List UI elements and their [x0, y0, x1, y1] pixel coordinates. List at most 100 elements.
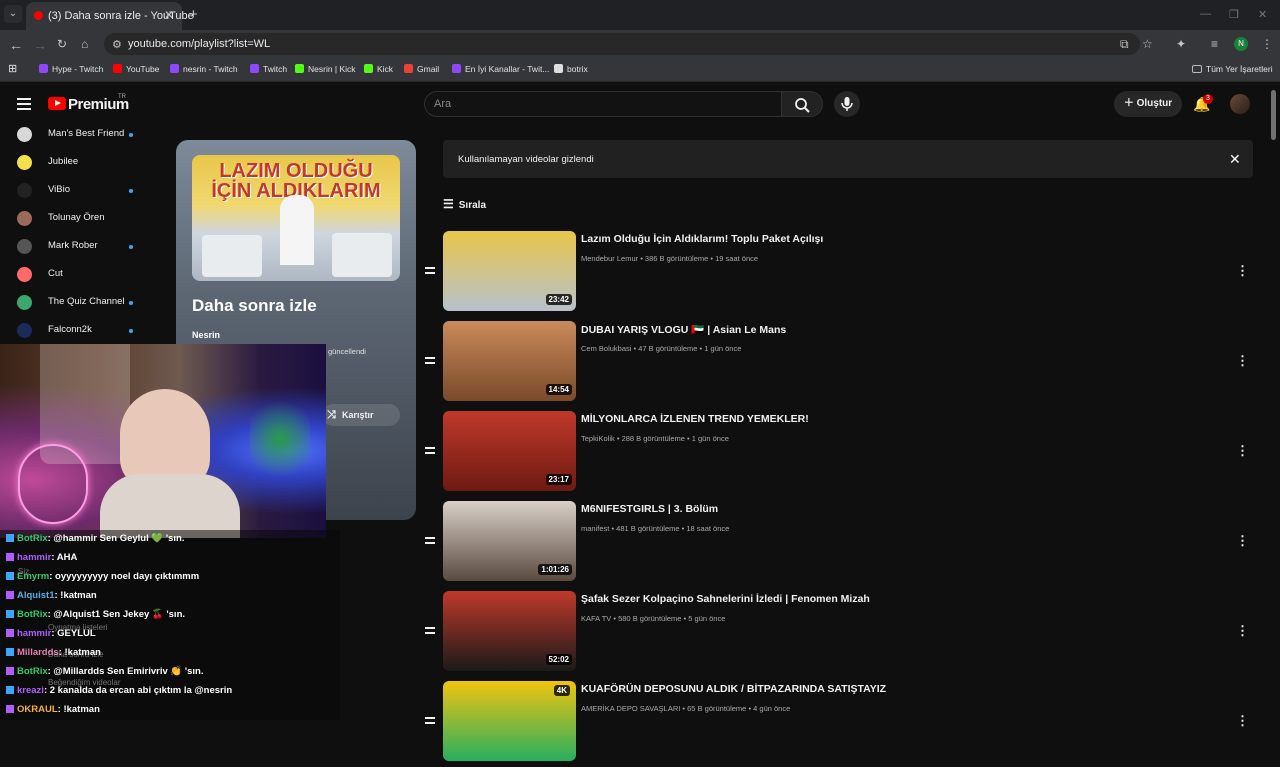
bookmark-star-icon[interactable]: ☆	[1142, 37, 1153, 51]
more-actions-icon[interactable]: ⋮	[1236, 713, 1249, 729]
browser-tab-active[interactable]: (3) Daha sonra izle - YouTube ✕	[26, 2, 194, 30]
playlist-video-row[interactable]: 14:54 DUBAI YARIŞ VLOGU 🇦🇪 | Asian Le Man…	[420, 321, 1260, 407]
bookmark-item[interactable]: Hype - Twitch	[39, 64, 103, 74]
video-title[interactable]: Şafak Sezer Kolpaçino Sahnelerini İzledi…	[581, 593, 870, 605]
maximize-icon[interactable]: ❐	[1229, 8, 1239, 21]
more-actions-icon[interactable]: ⋮	[1236, 533, 1249, 549]
sort-label: Sırala	[458, 200, 487, 211]
playlist-video-row[interactable]: 23:17 MİLYONLARCA İZLENEN TREND YEMEKLER!…	[420, 411, 1260, 497]
upload-age: 5 gün önce	[688, 614, 726, 623]
create-button[interactable]: ＋ Oluştur	[1114, 91, 1182, 117]
chat-username: hammir	[17, 552, 52, 563]
channel-avatar	[17, 183, 32, 198]
account-avatar[interactable]	[1230, 94, 1250, 114]
search-input[interactable]	[424, 91, 782, 117]
bookmark-item[interactable]: YouTube	[113, 64, 159, 74]
bookmark-item[interactable]: Gmail	[404, 64, 439, 74]
subscription-item[interactable]: The Quiz Channel	[0, 289, 172, 317]
guide-menu-icon[interactable]	[17, 98, 31, 113]
drag-handle-icon[interactable]	[425, 447, 435, 457]
tab-close-icon[interactable]: ✕	[164, 8, 174, 22]
page-scrollbar[interactable]	[1271, 90, 1276, 140]
video-thumbnail[interactable]: 14:54	[443, 321, 576, 401]
view-count: 288 B görüntüleme	[621, 434, 685, 443]
bookmark-item[interactable]: botrix	[554, 64, 588, 74]
window-close-icon[interactable]: ✕	[1258, 8, 1267, 21]
site-info-icon[interactable]: ⚙	[112, 38, 122, 51]
search-button[interactable]	[781, 91, 823, 117]
playlist-video-row[interactable]: 4K KUAFÖRÜN DEPOSUNU ALDIK / BİTPAZARINDA…	[420, 681, 1260, 767]
channel-name[interactable]: Mendebur Lemur	[581, 254, 638, 263]
playlist-video-row[interactable]: 1:01:26 M6NIFESTGIRLS | 3. Bölüm manifest …	[420, 501, 1260, 587]
chrome-menu-icon[interactable]: ⋮	[1261, 37, 1273, 51]
sort-button[interactable]: ☰ Sırala	[443, 197, 486, 211]
channel-name[interactable]: TepkiKolik	[581, 434, 615, 443]
channel-name[interactable]: manifest	[581, 524, 609, 533]
reload-icon[interactable]: ↻	[57, 37, 67, 51]
bookmark-item[interactable]: Twitch	[250, 64, 287, 74]
drag-handle-icon[interactable]	[425, 627, 435, 637]
video-thumbnail[interactable]: 4K	[443, 681, 576, 761]
home-icon[interactable]: ⌂	[81, 37, 88, 51]
bookmark-item[interactable]: nesrin - Twitch	[170, 64, 238, 74]
subscription-item[interactable]: Mark Rober	[0, 233, 172, 261]
channel-avatar	[17, 323, 32, 338]
bookmark-label: Gmail	[417, 64, 440, 74]
drag-handle-icon[interactable]	[425, 717, 435, 727]
subscription-item[interactable]: ViBio	[0, 177, 172, 205]
upload-age: 4 gün önce	[753, 704, 791, 713]
voice-search-button[interactable]	[834, 91, 860, 117]
forward-icon[interactable]: →	[33, 37, 47, 53]
subscription-item[interactable]: Jubilee	[0, 149, 172, 177]
subscription-item[interactable]: Falconn2k	[0, 317, 172, 345]
profile-avatar[interactable]: N	[1234, 37, 1248, 51]
video-title[interactable]: MİLYONLARCA İZLENEN TREND YEMEKLER!	[581, 413, 809, 425]
more-actions-icon[interactable]: ⋮	[1236, 353, 1249, 369]
video-title[interactable]: DUBAI YARIŞ VLOGU 🇦🇪 | Asian Le Mans	[581, 323, 786, 336]
video-thumbnail[interactable]: 23:17	[443, 411, 576, 491]
youtube-logo-icon[interactable]	[48, 97, 66, 110]
playlist-thumbnail[interactable]: LAZIM OLDUĞU İÇİN ALDIKLARIM	[192, 155, 400, 281]
video-thumbnail[interactable]: 52:02	[443, 591, 576, 671]
tab-search-button[interactable]: ⌄	[4, 5, 22, 23]
more-actions-icon[interactable]: ⋮	[1236, 623, 1249, 639]
all-bookmarks-folder[interactable]: Tüm Yer İşaretleri	[1192, 64, 1273, 74]
drag-handle-icon[interactable]	[425, 267, 435, 277]
shuffle-button[interactable]: ⤨ Karıştır	[322, 404, 400, 426]
url-text[interactable]: youtube.com/playlist?list=WL	[128, 38, 270, 50]
video-title[interactable]: Lazım Olduğu İçin Aldıklarım! Toplu Pake…	[581, 233, 823, 245]
channel-name[interactable]: KAFA TV	[581, 614, 611, 623]
subscription-item[interactable]: Man's Best Friend	[0, 121, 172, 149]
channel-name[interactable]: AMERİKA DEPO SAVAŞLARI	[581, 704, 680, 713]
chat-username: Alquist1	[17, 590, 55, 601]
minimize-icon[interactable]: —	[1200, 8, 1211, 20]
bookmark-favicon-icon	[170, 64, 179, 73]
video-thumbnail[interactable]: 23:42	[443, 231, 576, 311]
drag-handle-icon[interactable]	[425, 357, 435, 367]
more-actions-icon[interactable]: ⋮	[1236, 263, 1249, 279]
more-actions-icon[interactable]: ⋮	[1236, 443, 1249, 459]
apps-grid-icon[interactable]: ⊞	[8, 62, 17, 75]
video-title[interactable]: M6NIFESTGIRLS | 3. Bölüm	[581, 503, 718, 515]
notice-close-icon[interactable]: ✕	[1229, 151, 1241, 168]
playlist-video-row[interactable]: 52:02 Şafak Sezer Kolpaçino Sahnelerini İ…	[420, 591, 1260, 677]
media-controls-icon[interactable]: ≡	[1211, 37, 1218, 51]
install-app-icon[interactable]: ⧉	[1120, 37, 1129, 52]
new-tab-button[interactable]: +	[189, 6, 198, 23]
video-thumbnail[interactable]: 1:01:26	[443, 501, 576, 581]
back-icon[interactable]: ←	[9, 37, 23, 53]
playlist-video-row[interactable]: 23:42 Lazım Olduğu İçin Aldıklarım! Toplu…	[420, 231, 1260, 317]
channel-name[interactable]: Cem Bolukbasi	[581, 344, 631, 353]
playlist-owner[interactable]: Nesrin	[192, 330, 220, 340]
bookmark-item[interactable]: Nesrin | Kick	[295, 64, 356, 74]
bookmark-favicon-icon	[295, 64, 304, 73]
video-title[interactable]: KUAFÖRÜN DEPOSUNU ALDIK / BİTPAZARINDA S…	[581, 683, 886, 695]
subscription-item[interactable]: Tolunay Ören	[0, 205, 172, 233]
drag-handle-icon[interactable]	[425, 537, 435, 547]
search-placeholder: Ara	[434, 98, 452, 110]
chat-message: Alquist1: !katman	[6, 590, 97, 601]
extensions-icon[interactable]: ✦	[1176, 37, 1186, 51]
bookmark-item[interactable]: En İyi Kanallar - Twit...	[452, 64, 549, 74]
subscription-item[interactable]: Cut	[0, 261, 172, 289]
bookmark-item[interactable]: Kick	[364, 64, 393, 74]
